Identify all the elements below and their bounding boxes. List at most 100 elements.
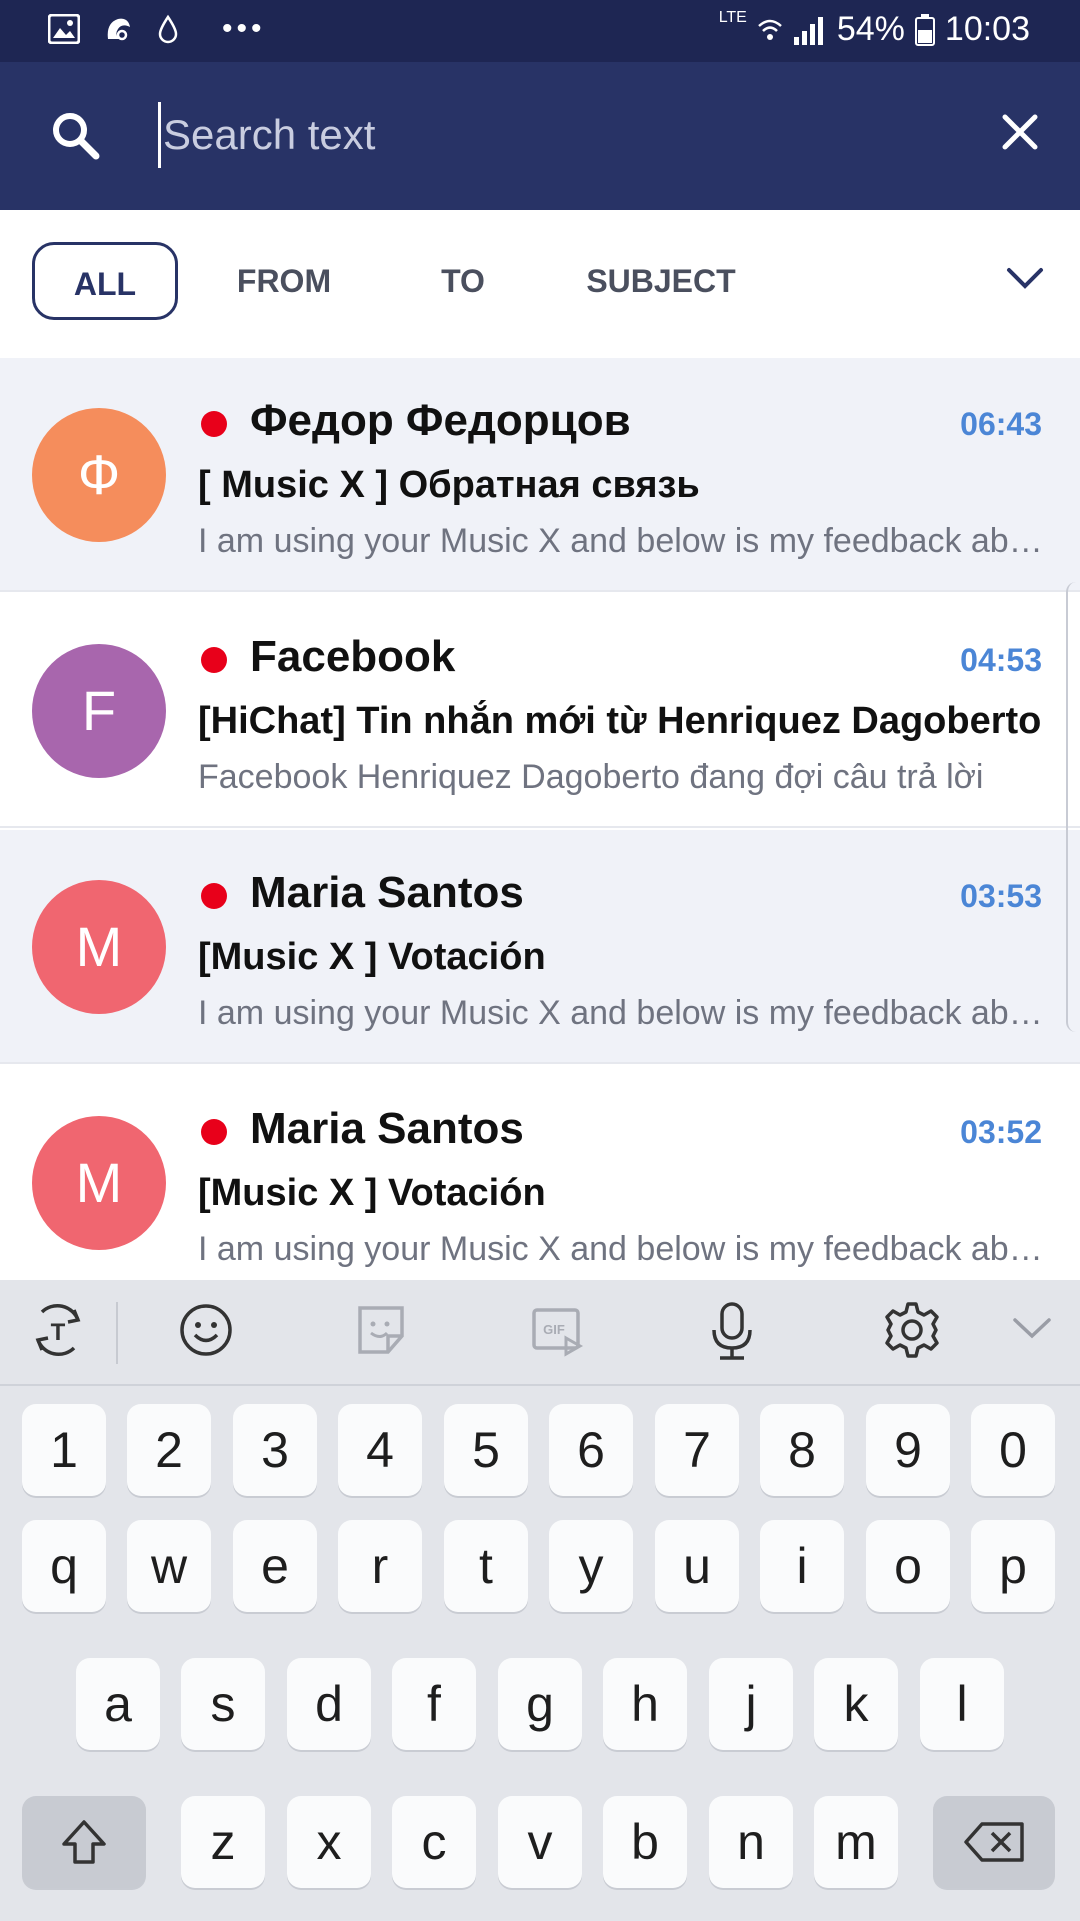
key-m[interactable]: m <box>814 1796 898 1888</box>
key-n[interactable]: n <box>709 1796 793 1888</box>
key-h[interactable]: h <box>603 1658 687 1750</box>
key-i[interactable]: i <box>760 1520 844 1612</box>
key-v[interactable]: v <box>498 1796 582 1888</box>
email-preview: I am using your Music X and below is my … <box>198 522 1058 560</box>
key-a[interactable]: a <box>76 1658 160 1750</box>
key-9[interactable]: 9 <box>866 1404 950 1496</box>
filter-subject[interactable]: SUBJECT <box>576 242 746 320</box>
avatar: F <box>32 644 166 778</box>
key-y[interactable]: y <box>549 1520 633 1612</box>
key-b[interactable]: b <box>603 1796 687 1888</box>
keyboard: 1 2 3 4 5 6 7 8 9 0 q w e r t y u i o p … <box>0 1386 1080 1921</box>
key-8[interactable]: 8 <box>760 1404 844 1496</box>
key-4[interactable]: 4 <box>338 1404 422 1496</box>
avatar: Ф <box>32 408 166 542</box>
avatar: M <box>32 1116 166 1250</box>
email-subject: [HiChat] Tin nhắn mới từ Henriquez Dagob… <box>198 700 1042 742</box>
status-bar: ••• LTE 54% 10:03 <box>0 0 1080 62</box>
email-row[interactable]: Ф Федор Федорцов 06:43 [ Music X ] Обрат… <box>0 358 1080 592</box>
browser-icon <box>107 18 130 41</box>
network-type: LTE <box>718 8 747 26</box>
key-s[interactable]: s <box>181 1658 265 1750</box>
shift-key[interactable] <box>22 1796 146 1888</box>
key-e[interactable]: e <box>233 1520 317 1612</box>
battery-percent: 54% <box>836 10 905 48</box>
key-g[interactable]: g <box>498 1658 582 1750</box>
wifi-icon <box>758 19 782 40</box>
translate-icon[interactable]: T <box>28 1300 88 1360</box>
keyboard-toolbar: T GIF <box>0 1280 1080 1386</box>
battery-icon <box>914 13 935 46</box>
email-row[interactable]: M Maria Santos 03:53 [Music X ] Votación… <box>0 830 1080 1064</box>
backspace-icon <box>964 1822 1024 1862</box>
microphone-icon[interactable] <box>706 1300 758 1362</box>
key-1[interactable]: 1 <box>22 1404 106 1496</box>
email-row[interactable]: F Facebook 04:53 [HiChat] Tin nhắn mới t… <box>0 594 1080 828</box>
email-sender: Maria Santos <box>250 1104 524 1153</box>
email-list[interactable]: Ф Федор Федорцов 06:43 [ Music X ] Обрат… <box>0 358 1080 1280</box>
key-w[interactable]: w <box>127 1520 211 1612</box>
key-r[interactable]: r <box>338 1520 422 1612</box>
email-time: 03:53 <box>960 878 1042 914</box>
key-k[interactable]: k <box>814 1658 898 1750</box>
clock: 10:03 <box>944 10 1030 48</box>
email-sender: Facebook <box>250 632 456 681</box>
drop-icon <box>158 14 178 44</box>
key-p[interactable]: p <box>971 1520 1055 1612</box>
key-0[interactable]: 0 <box>971 1404 1055 1496</box>
hide-keyboard-icon[interactable] <box>1012 1316 1052 1340</box>
search-header <box>0 62 1080 210</box>
sticker-icon[interactable] <box>354 1300 410 1360</box>
email-subject: [Music X ] Votación <box>198 1172 546 1214</box>
key-x[interactable]: x <box>287 1796 371 1888</box>
unread-dot <box>201 647 227 673</box>
key-z[interactable]: z <box>181 1796 265 1888</box>
key-6[interactable]: 6 <box>549 1404 633 1496</box>
backspace-key[interactable] <box>933 1796 1055 1888</box>
email-preview: Facebook Henriquez Dagoberto đang đợi câ… <box>198 758 984 796</box>
gallery-icon <box>48 14 80 44</box>
key-q[interactable]: q <box>22 1520 106 1612</box>
key-u[interactable]: u <box>655 1520 739 1612</box>
status-bar-system: LTE 54% 10:03 <box>718 8 1030 49</box>
gear-icon[interactable] <box>882 1300 942 1360</box>
search-input[interactable] <box>158 102 963 168</box>
key-o[interactable]: o <box>866 1520 950 1612</box>
key-5[interactable]: 5 <box>444 1404 528 1496</box>
email-sender: Maria Santos <box>250 868 524 917</box>
search-filter-bar: ALL FROM TO SUBJECT <box>0 210 1080 360</box>
unread-dot <box>201 411 227 437</box>
key-c[interactable]: c <box>392 1796 476 1888</box>
key-j[interactable]: j <box>709 1658 793 1750</box>
key-3[interactable]: 3 <box>233 1404 317 1496</box>
key-7[interactable]: 7 <box>655 1404 739 1496</box>
filter-to[interactable]: TO <box>418 242 508 320</box>
key-f[interactable]: f <box>392 1658 476 1750</box>
gif-icon[interactable]: GIF <box>530 1300 586 1360</box>
gif-label: GIF <box>543 1322 565 1337</box>
signal-icon <box>793 16 823 45</box>
filter-from[interactable]: FROM <box>222 242 346 320</box>
email-subject: [Music X ] Votación <box>198 936 546 978</box>
email-row[interactable]: M Maria Santos 03:52 [Music X ] Votación… <box>0 1066 1080 1280</box>
svg-text:T: T <box>51 1319 66 1346</box>
email-sender: Федор Федорцов <box>250 396 631 445</box>
toolbar-divider <box>116 1302 118 1364</box>
chevron-down-icon[interactable] <box>1006 266 1044 290</box>
key-2[interactable]: 2 <box>127 1404 211 1496</box>
more-notifications: ••• <box>222 12 266 45</box>
avatar: M <box>32 880 166 1014</box>
email-preview: I am using your Music X and below is my … <box>198 1230 1058 1268</box>
emoji-icon[interactable] <box>176 1300 236 1360</box>
close-icon[interactable] <box>1000 112 1040 152</box>
email-time: 04:53 <box>960 642 1042 678</box>
filter-all[interactable]: ALL <box>32 242 178 320</box>
key-d[interactable]: d <box>287 1658 371 1750</box>
status-bar-notifications: ••• <box>48 12 266 46</box>
key-l[interactable]: l <box>920 1658 1004 1750</box>
scrollbar[interactable] <box>1066 582 1080 1032</box>
email-time: 03:52 <box>960 1114 1042 1150</box>
shift-icon <box>62 1820 106 1864</box>
key-t[interactable]: t <box>444 1520 528 1612</box>
unread-dot <box>201 883 227 909</box>
